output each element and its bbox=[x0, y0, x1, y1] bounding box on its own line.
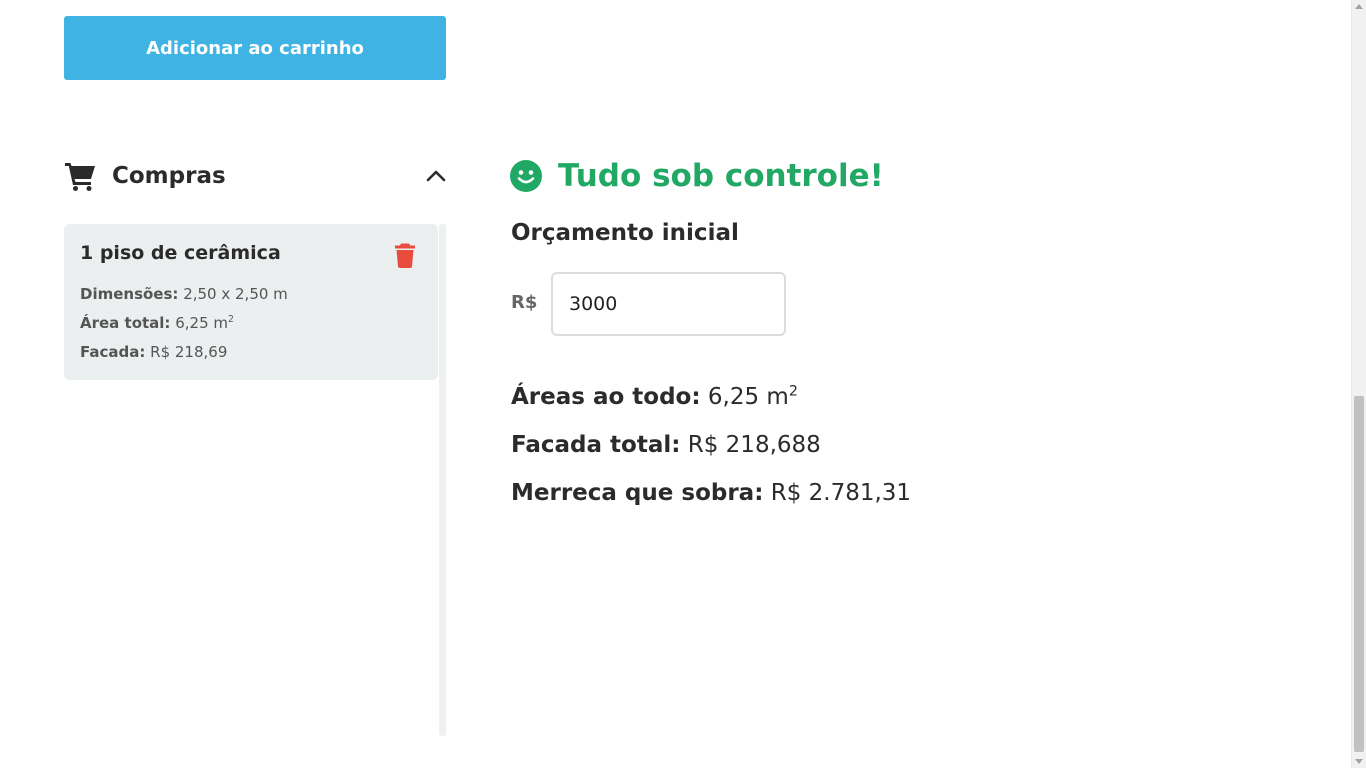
area-label: Área total: bbox=[80, 314, 171, 332]
cost-value: R$ 218,69 bbox=[150, 343, 228, 361]
dimensions-value: 2,50 x 2,50 m bbox=[183, 285, 288, 303]
budget-label: Orçamento inicial bbox=[511, 220, 739, 246]
add-to-cart-button[interactable]: Adicionar ao carrinho bbox=[64, 16, 446, 80]
cart-item-title: 1 piso de cerâmica bbox=[80, 242, 281, 264]
shopping-cart-icon bbox=[64, 160, 96, 192]
scroll-up-arrow-icon[interactable] bbox=[1355, 4, 1363, 9]
total-label: Facada total: bbox=[511, 432, 681, 458]
chevron-up-icon[interactable] bbox=[424, 164, 448, 188]
area-value: 6,25 m bbox=[175, 314, 228, 332]
cart-title: Compras bbox=[112, 163, 226, 189]
status-text: Tudo sob controle! bbox=[558, 158, 884, 194]
areas-value: 6,25 m bbox=[707, 384, 789, 410]
remaining-value: R$ 2.781,31 bbox=[770, 480, 912, 506]
area-exponent: 2 bbox=[228, 314, 234, 325]
cart-item-details: Dimensões: 2,50 x 2,50 m Área total: 6,2… bbox=[80, 280, 422, 367]
summary-areas: Áreas ao todo: 6,25 m2 bbox=[511, 384, 798, 410]
summary-total: Facada total: R$ 218,688 bbox=[511, 432, 821, 458]
total-value: R$ 218,688 bbox=[687, 432, 821, 458]
cart-header: Compras bbox=[64, 158, 448, 194]
status-message: Tudo sob controle! bbox=[510, 156, 884, 196]
dimensions-label: Dimensões: bbox=[80, 285, 179, 303]
cart-item: 1 piso de cerâmica Dimensões: 2,50 x 2,5… bbox=[64, 224, 438, 380]
remaining-label: Merreca que sobra: bbox=[511, 480, 764, 506]
cart-list: 1 piso de cerâmica Dimensões: 2,50 x 2,5… bbox=[64, 224, 446, 736]
currency-label: R$ bbox=[511, 292, 538, 313]
cart-item-area: Área total: 6,25 m2 bbox=[80, 309, 422, 338]
cost-label: Facada: bbox=[80, 343, 146, 361]
smile-icon bbox=[510, 160, 542, 192]
budget-input[interactable] bbox=[551, 272, 786, 336]
page-scrollbar[interactable] bbox=[1351, 0, 1366, 768]
summary-remaining: Merreca que sobra: R$ 2.781,31 bbox=[511, 480, 911, 506]
cart-list-scrollbar[interactable] bbox=[439, 224, 446, 736]
areas-label: Áreas ao todo: bbox=[511, 384, 701, 410]
page: Adicionar ao carrinho Compras 1 piso de … bbox=[0, 0, 1366, 768]
trash-icon[interactable] bbox=[394, 242, 418, 270]
cart-item-cost: Facada: R$ 218,69 bbox=[80, 338, 422, 367]
scroll-down-arrow-icon[interactable] bbox=[1355, 759, 1363, 764]
scroll-thumb[interactable] bbox=[1354, 396, 1364, 752]
areas-exponent: 2 bbox=[788, 383, 798, 400]
cart-item-dimensions: Dimensões: 2,50 x 2,50 m bbox=[80, 280, 422, 309]
